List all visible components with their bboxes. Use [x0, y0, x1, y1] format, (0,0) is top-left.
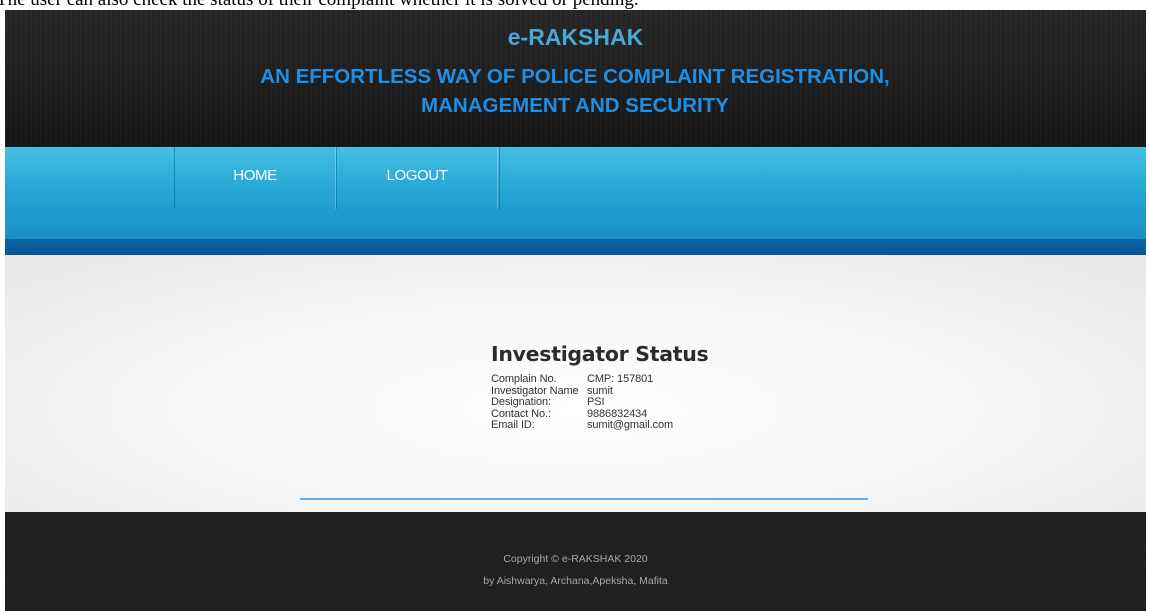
main-nav: HOME LOGOUT	[5, 147, 1146, 239]
nav-logout-link[interactable]: LOGOUT	[336, 147, 498, 209]
investigator-status-panel: Investigator Status Complain No. CMP: 15…	[491, 342, 791, 432]
site-header: e-RAKSHAK AN EFFORTLESS WAY OF POLICE CO…	[5, 10, 1146, 147]
status-label: Designation:	[491, 396, 551, 408]
footer-copyright: Copyright © e-RAKSHAK 2020	[503, 553, 648, 565]
status-value: sumit@gmail.com	[587, 419, 674, 431]
nav-bottom-bar	[5, 239, 1146, 255]
tagline-line-2: MANAGEMENT AND SECURITY	[421, 94, 729, 117]
status-row-email: Email ID: sumit@gmail.com	[491, 419, 674, 432]
caption-text: The user can also check the status of th…	[0, 0, 639, 10]
status-value: CMP: 157801	[587, 373, 654, 385]
page-title: Investigator Status	[491, 342, 709, 366]
site-brand: e-RAKSHAK	[507, 24, 644, 50]
footer-authors: by Aishwarya, Archana,Apeksha, Mafita	[483, 575, 668, 587]
status-row-designation: Designation: PSI	[491, 396, 673, 409]
nav-separator	[499, 147, 500, 209]
status-details-table: Complain No. CMP: 157801 Investigator Na…	[491, 373, 674, 432]
page-frame: e-RAKSHAK AN EFFORTLESS WAY OF POLICE CO…	[5, 10, 1146, 611]
status-row-complain-no: Complain No. CMP: 157801	[491, 373, 673, 386]
status-value: PSI	[587, 396, 605, 408]
site-footer: Copyright © e-RAKSHAK 2020 by Aishwarya,…	[5, 512, 1146, 611]
caption-strip: The user can also check the status of th…	[0, 0, 1149, 10]
site-tagline: AN EFFORTLESS WAY OF POLICE COMPLAINT RE…	[225, 62, 925, 120]
content-divider	[300, 498, 868, 500]
status-label: Email ID:	[491, 419, 535, 431]
tagline-line-1: AN EFFORTLESS WAY OF POLICE COMPLAINT RE…	[260, 65, 890, 88]
main-content: Investigator Status Complain No. CMP: 15…	[5, 255, 1146, 512]
status-label: Complain No.	[491, 373, 557, 385]
nav-home-link[interactable]: HOME	[174, 147, 336, 209]
